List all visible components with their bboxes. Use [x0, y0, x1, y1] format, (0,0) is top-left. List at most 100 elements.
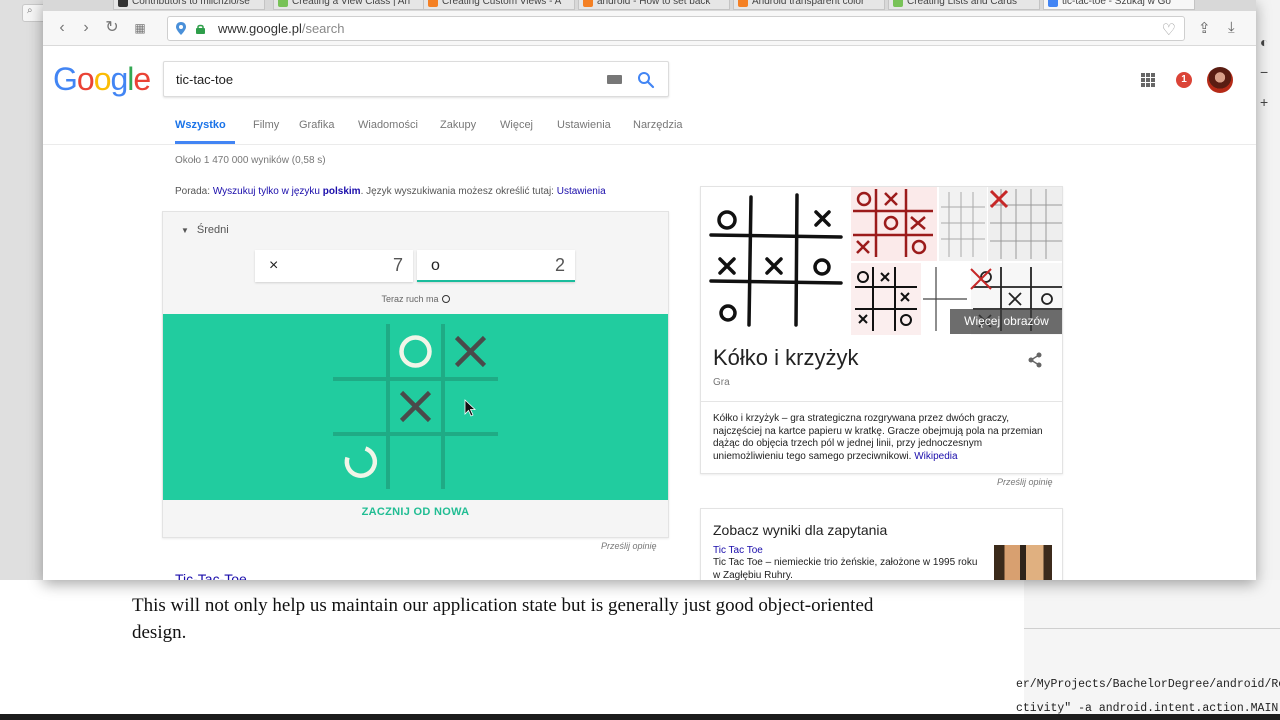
- tic-tac-toe-widget: ▼ Średni × 7 o 2 Teraz ruch ma ZACZNIJ OD…: [162, 211, 669, 538]
- x-score-value: 7: [392, 255, 403, 275]
- logo-letter: G: [53, 61, 78, 97]
- lock-icon: [196, 24, 205, 34]
- tab-label: Creating Lists and Cards: [907, 0, 1018, 7]
- tab-narzędzia[interactable]: Narzędzia: [633, 119, 683, 131]
- feedback-link[interactable]: Prześlij opinię: [997, 477, 1053, 487]
- document-paragraph: This will not only help us maintain our …: [132, 595, 874, 643]
- notification-badge[interactable]: 1: [1176, 72, 1192, 88]
- see-results-title: Zobacz wyniki dla zapytania: [713, 522, 888, 538]
- board-cell[interactable]: [388, 434, 443, 489]
- favicon-icon: [428, 0, 438, 7]
- forward-icon[interactable]: ›: [77, 19, 95, 37]
- restart-button[interactable]: ZACZNIJ OD NOWA: [163, 506, 668, 518]
- browser-tab[interactable]: Creating a View Class | An: [273, 0, 425, 10]
- plus-icon[interactable]: +: [1260, 94, 1268, 110]
- browser-tab[interactable]: android - How to set back: [578, 0, 730, 10]
- tab-grafika[interactable]: Grafika: [299, 119, 334, 131]
- browser-tab[interactable]: Creating Custom Views - A: [423, 0, 575, 10]
- first-result-link[interactable]: Tic-Tac-Toe: [175, 571, 247, 580]
- tab-label: Contributors to mlichzio/se: [132, 0, 250, 7]
- active-tab-indicator: [175, 141, 235, 144]
- description-text: Kółko i krzyżyk – gra strategiczna rozgr…: [713, 413, 1043, 462]
- favicon-icon: [583, 0, 593, 7]
- tip-link-text: Wyszukuj tylko w języku: [212, 186, 320, 197]
- x-symbol: ×: [269, 257, 279, 274]
- tab-filmy[interactable]: Filmy: [253, 119, 279, 131]
- browser-toolbar: ‹ › ↻ ▦ www.google.pl/search ♡ ⇪ ⤓: [43, 11, 1256, 46]
- heart-icon[interactable]: ♡: [1162, 20, 1176, 40]
- player-x-score: × 7: [255, 250, 413, 282]
- tab-wszystko[interactable]: Wszystko: [175, 119, 226, 131]
- circle-arrow-icon[interactable]: ◐: [1260, 34, 1268, 50]
- tab-label: Creating Custom Views - A: [442, 0, 562, 7]
- knowledge-panel: Więcej obrazów Kółko i krzyżyk Gra Kółko…: [700, 186, 1063, 474]
- keyboard-icon[interactable]: [607, 75, 622, 84]
- favicon-icon: [1048, 0, 1058, 7]
- search-input[interactable]: tic-tac-toe: [176, 72, 233, 87]
- url-text: www.google.pl/search: [218, 21, 344, 36]
- tab-label: Creating a View Class | An: [292, 0, 411, 7]
- see-results-link[interactable]: Tic Tac Toe: [713, 545, 763, 556]
- google-logo[interactable]: Google: [53, 61, 151, 98]
- board-cell[interactable]: [443, 434, 498, 489]
- tip-language-link[interactable]: Wyszukuj tylko w języku polskim: [213, 186, 361, 197]
- more-images-button[interactable]: Więcej obrazów: [950, 309, 1062, 334]
- difficulty-label: Średni: [196, 224, 229, 236]
- reload-icon[interactable]: ↻: [103, 19, 121, 37]
- share-upload-icon[interactable]: ⇪: [1198, 19, 1211, 37]
- browser-tab[interactable]: Contributors to mlichzio/se: [113, 0, 265, 10]
- band-thumbnail[interactable]: [994, 545, 1052, 580]
- tab-overview-icon[interactable]: ▦: [131, 19, 149, 37]
- terminal-divider: [1024, 628, 1280, 629]
- tip-link-bold: polskim: [322, 186, 361, 197]
- logo-letter: e: [133, 61, 151, 97]
- knowledge-panel-title: Kółko i krzyżyk: [713, 345, 859, 370]
- browser-tab[interactable]: tic-tac-toe - Szukaj w Go: [1043, 0, 1195, 10]
- logo-letter: o: [93, 61, 112, 97]
- knowledge-panel-description: Kółko i krzyżyk – gra strategiczna rozgr…: [713, 413, 1053, 463]
- tab-label: android - How to set back: [597, 0, 711, 7]
- see-results-description: Tic Tac Toe – niemieckie trio żeńskie, z…: [713, 557, 978, 580]
- board-cell[interactable]: [333, 379, 388, 434]
- browser-window: Contributors to mlichzio/se Creating a Vi…: [43, 0, 1256, 580]
- knowledge-panel-subtitle: Gra: [713, 377, 730, 388]
- favicon-icon: [278, 0, 288, 7]
- feedback-link[interactable]: Prześlij opinię: [601, 541, 657, 551]
- active-player-indicator: [417, 280, 575, 282]
- board-svg: [333, 324, 498, 489]
- board-cell[interactable]: [388, 324, 443, 379]
- background-window-left: ⌕: [0, 0, 62, 580]
- browser-tab[interactable]: Creating Lists and Cards: [888, 0, 1040, 10]
- board-cell[interactable]: [333, 434, 388, 489]
- search-box[interactable]: tic-tac-toe: [163, 61, 669, 97]
- favicon-icon: [738, 0, 748, 7]
- board-cell[interactable]: [333, 324, 388, 379]
- browser-tab[interactable]: Android transparent color: [733, 0, 885, 10]
- wikipedia-link[interactable]: Wikipedia: [914, 451, 957, 462]
- url-host: www.google.pl: [218, 21, 302, 36]
- tab-label: Android transparent color: [752, 0, 865, 7]
- tip-prefix: Porada:: [175, 186, 213, 197]
- share-icon[interactable]: [1027, 352, 1043, 368]
- tip-settings-link[interactable]: Ustawienia: [557, 186, 606, 197]
- result-stats: Około 1 470 000 wyników (0,58 s): [175, 155, 326, 166]
- minus-icon[interactable]: −: [1260, 64, 1268, 80]
- tab-wiadomości[interactable]: Wiadomości: [358, 119, 418, 131]
- tab-więcej[interactable]: Więcej: [500, 119, 533, 131]
- tab-strip: Contributors to mlichzio/se Creating a Vi…: [43, 0, 1256, 11]
- turn-indicator: Teraz ruch ma: [163, 294, 668, 304]
- search-icon[interactable]: [637, 71, 655, 89]
- tab-label: tic-tac-toe - Szukaj w Go: [1062, 0, 1171, 7]
- back-icon[interactable]: ‹: [53, 19, 71, 37]
- tab-zakupy[interactable]: Zakupy: [440, 119, 476, 131]
- logo-letter: g: [110, 61, 128, 97]
- difficulty-dropdown[interactable]: ▼ Średni: [181, 224, 229, 236]
- download-icon[interactable]: ⤓: [1228, 19, 1235, 36]
- address-bar[interactable]: www.google.pl/search ♡: [167, 16, 1185, 41]
- o-turn-icon: [441, 295, 450, 303]
- o-symbol: o: [431, 257, 440, 274]
- favicon-icon: [893, 0, 903, 7]
- apps-grid-icon[interactable]: [1141, 73, 1155, 87]
- tab-ustawienia[interactable]: Ustawienia: [557, 119, 611, 131]
- avatar[interactable]: [1207, 67, 1233, 93]
